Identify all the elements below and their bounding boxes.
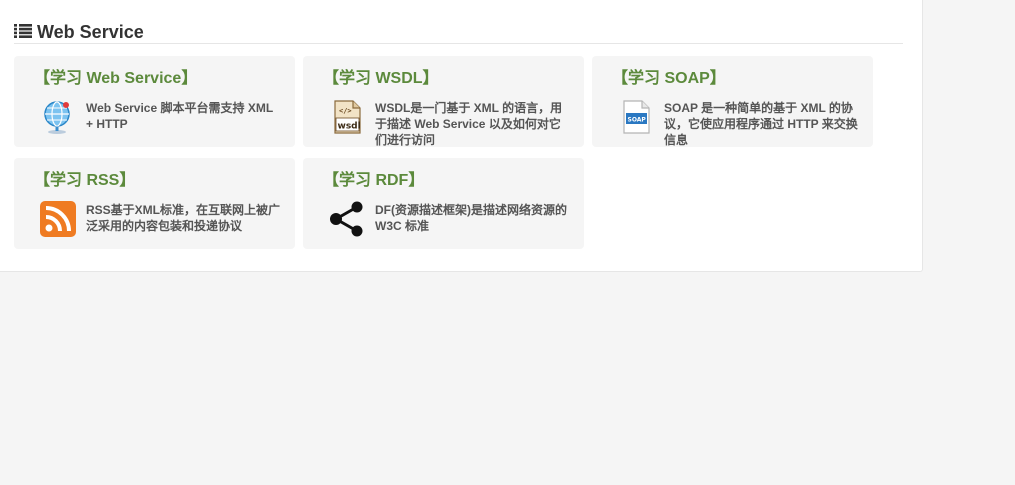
card-description: WSDL是一门基于 XML 的语言，用于描述 Web Service 以及如何对… <box>375 101 563 147</box>
card-title[interactable]: 【学习 Web Service】 <box>34 70 197 88</box>
svg-text:wsdl: wsdl <box>338 122 361 132</box>
card-rdf[interactable]: 【学习 RDF】 DF(资源描述框架)是描述网络资源的 W3C 标准 <box>303 158 584 249</box>
card-title[interactable]: 【学习 RDF】 <box>323 172 424 190</box>
card-description: Web Service 脚本平台需支持 XML + HTTP <box>86 101 273 131</box>
card-title[interactable]: 【学习 WSDL】 <box>323 70 439 88</box>
card-description: DF(资源描述框架)是描述网络资源的 W3C 标准 <box>375 203 567 233</box>
wsdl-file-icon: </> wsdl <box>334 100 361 134</box>
card-title[interactable]: 【学习 RSS】 <box>34 172 135 190</box>
card-rss[interactable]: 【学习 RSS】 RSS基于XML标准，在互联网上被广泛采用的内容包装和投递协议 <box>14 158 295 249</box>
svg-text:</>: </> <box>339 107 352 115</box>
card-soap[interactable]: 【学习 SOAP】 SOAP SOAP 是一种简单的基于 XML 的协议，它使应… <box>592 56 873 147</box>
card-web-service[interactable]: 【学习 Web Service】 Web Service 脚本平台需支持 XML… <box>14 56 295 147</box>
card-description: RSS基于XML标准，在互联网上被广泛采用的内容包装和投递协议 <box>86 203 281 233</box>
svg-text:SOAP: SOAP <box>628 117 647 124</box>
content-panel: Web Service 【学习 Web Service】 Web Service… <box>0 0 923 272</box>
card-description: SOAP 是一种简单的基于 XML 的协议，它使应用程序通过 HTTP 来交换信… <box>664 101 858 147</box>
soap-file-icon: SOAP <box>623 100 650 134</box>
card-wsdl[interactable]: 【学习 WSDL】 </> wsdl WSDL是一门基于 XML 的语言，用于描… <box>303 56 584 147</box>
section-header: Web Service <box>14 20 903 44</box>
list-icon <box>14 24 32 38</box>
card-title[interactable]: 【学习 SOAP】 <box>612 70 726 88</box>
section-title: Web Service <box>37 22 144 42</box>
globe-icon <box>44 101 70 134</box>
rss-icon <box>40 201 76 237</box>
share-icon <box>330 201 363 237</box>
